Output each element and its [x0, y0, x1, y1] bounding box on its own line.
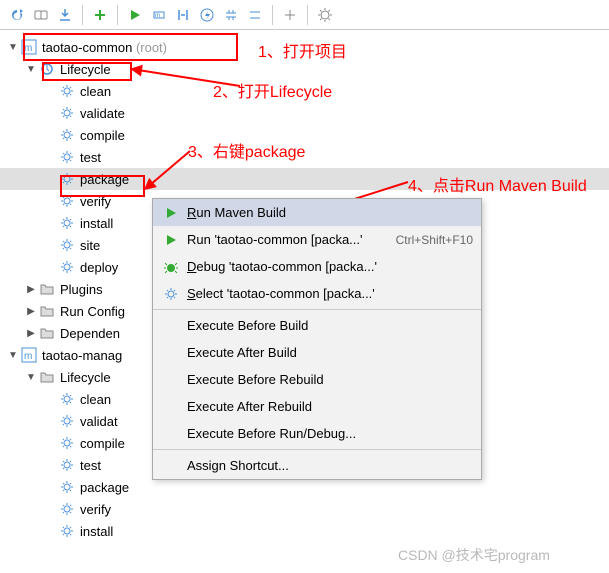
- menu-run-maven-build[interactable]: Run Maven Build: [153, 199, 481, 226]
- menu-select[interactable]: Select 'taotao-common [packa...': [153, 280, 481, 307]
- maven-module-icon: m: [20, 38, 38, 56]
- svg-text:m: m: [24, 351, 32, 362]
- tree-phase2-install[interactable]: install: [0, 520, 609, 542]
- skip-icon[interactable]: m: [148, 4, 170, 26]
- gear-icon: [58, 148, 76, 166]
- gear-icon: [58, 236, 76, 254]
- gear-icon: [58, 126, 76, 144]
- play-icon[interactable]: [124, 4, 146, 26]
- gear-icon: [58, 478, 76, 496]
- menu-exec-before-run[interactable]: Execute Before Run/Debug...: [153, 420, 481, 447]
- gear-icon: [58, 82, 76, 100]
- menu-exec-after-build[interactable]: Execute After Build: [153, 339, 481, 366]
- gear-icon: [58, 456, 76, 474]
- gear-icon: [58, 104, 76, 122]
- maven-module-icon: m: [20, 346, 38, 364]
- svg-text:m: m: [155, 13, 160, 19]
- folder-icon: [38, 280, 56, 298]
- gear-icon: [58, 258, 76, 276]
- expand-icon[interactable]: [244, 4, 266, 26]
- divider-icon[interactable]: [279, 4, 301, 26]
- gear-icon: [58, 170, 76, 188]
- folder-icon: [38, 302, 56, 320]
- menu-exec-before-build[interactable]: Execute Before Build: [153, 312, 481, 339]
- folder-icon: [38, 324, 56, 342]
- play-icon: [161, 207, 181, 219]
- bug-icon: [161, 260, 181, 274]
- separator: [272, 5, 273, 25]
- tree-phase-test[interactable]: test: [0, 146, 609, 168]
- link-icon[interactable]: [30, 4, 52, 26]
- refresh-icon[interactable]: [6, 4, 28, 26]
- chevron-down-icon[interactable]: ▼: [6, 350, 20, 361]
- tree-phase-compile[interactable]: compile: [0, 124, 609, 146]
- gear-icon: [58, 390, 76, 408]
- download-icon[interactable]: [54, 4, 76, 26]
- collapse-icon[interactable]: [220, 4, 242, 26]
- separator: [82, 5, 83, 25]
- toggle-icon[interactable]: [172, 4, 194, 26]
- menu-assign-shortcut[interactable]: Assign Shortcut...: [153, 452, 481, 479]
- chevron-down-icon[interactable]: ▼: [24, 372, 38, 383]
- tree-root-taotao-common[interactable]: ▼ m taotao-common (root): [0, 36, 609, 58]
- menu-exec-after-rebuild[interactable]: Execute After Rebuild: [153, 393, 481, 420]
- gear-icon: [58, 522, 76, 540]
- gear-icon: [58, 412, 76, 430]
- gear-icon: [58, 500, 76, 518]
- flash-icon[interactable]: [196, 4, 218, 26]
- gear-icon: [58, 192, 76, 210]
- tree-phase-package[interactable]: package: [0, 168, 609, 190]
- watermark: CSDN @技术宅program: [398, 545, 550, 565]
- lifecycle-icon: [38, 60, 56, 78]
- separator: [117, 5, 118, 25]
- menu-run[interactable]: Run 'taotao-common [packa...' Ctrl+Shift…: [153, 226, 481, 253]
- chevron-right-icon[interactable]: ▶: [24, 328, 38, 339]
- menu-debug[interactable]: Debug 'taotao-common [packa...': [153, 253, 481, 280]
- tree-phase-validate[interactable]: validate: [0, 102, 609, 124]
- svg-text:m: m: [24, 43, 32, 54]
- lifecycle-label: Lifecycle: [60, 62, 111, 77]
- chevron-right-icon[interactable]: ▶: [24, 306, 38, 317]
- tree-phase2-verify[interactable]: verify: [0, 498, 609, 520]
- gear-icon: [58, 434, 76, 452]
- gear-icon: [161, 287, 181, 301]
- folder-icon: [38, 368, 56, 386]
- menu-exec-before-rebuild[interactable]: Execute Before Rebuild: [153, 366, 481, 393]
- settings-icon[interactable]: [314, 4, 336, 26]
- tree-phase-clean[interactable]: clean: [0, 80, 609, 102]
- gear-icon: [58, 214, 76, 232]
- chevron-down-icon[interactable]: ▼: [6, 42, 20, 53]
- menu-separator: [153, 309, 481, 310]
- toolbar: m: [0, 0, 609, 30]
- menu-separator: [153, 449, 481, 450]
- chevron-right-icon[interactable]: ▶: [24, 284, 38, 295]
- plus-icon[interactable]: [89, 4, 111, 26]
- context-menu: Run Maven Build Run 'taotao-common [pack…: [152, 198, 482, 480]
- separator: [307, 5, 308, 25]
- play-icon: [161, 234, 181, 246]
- chevron-down-icon[interactable]: ▼: [24, 64, 38, 75]
- root-label: taotao-common (root): [42, 40, 167, 55]
- tree-lifecycle[interactable]: ▼ Lifecycle: [0, 58, 609, 80]
